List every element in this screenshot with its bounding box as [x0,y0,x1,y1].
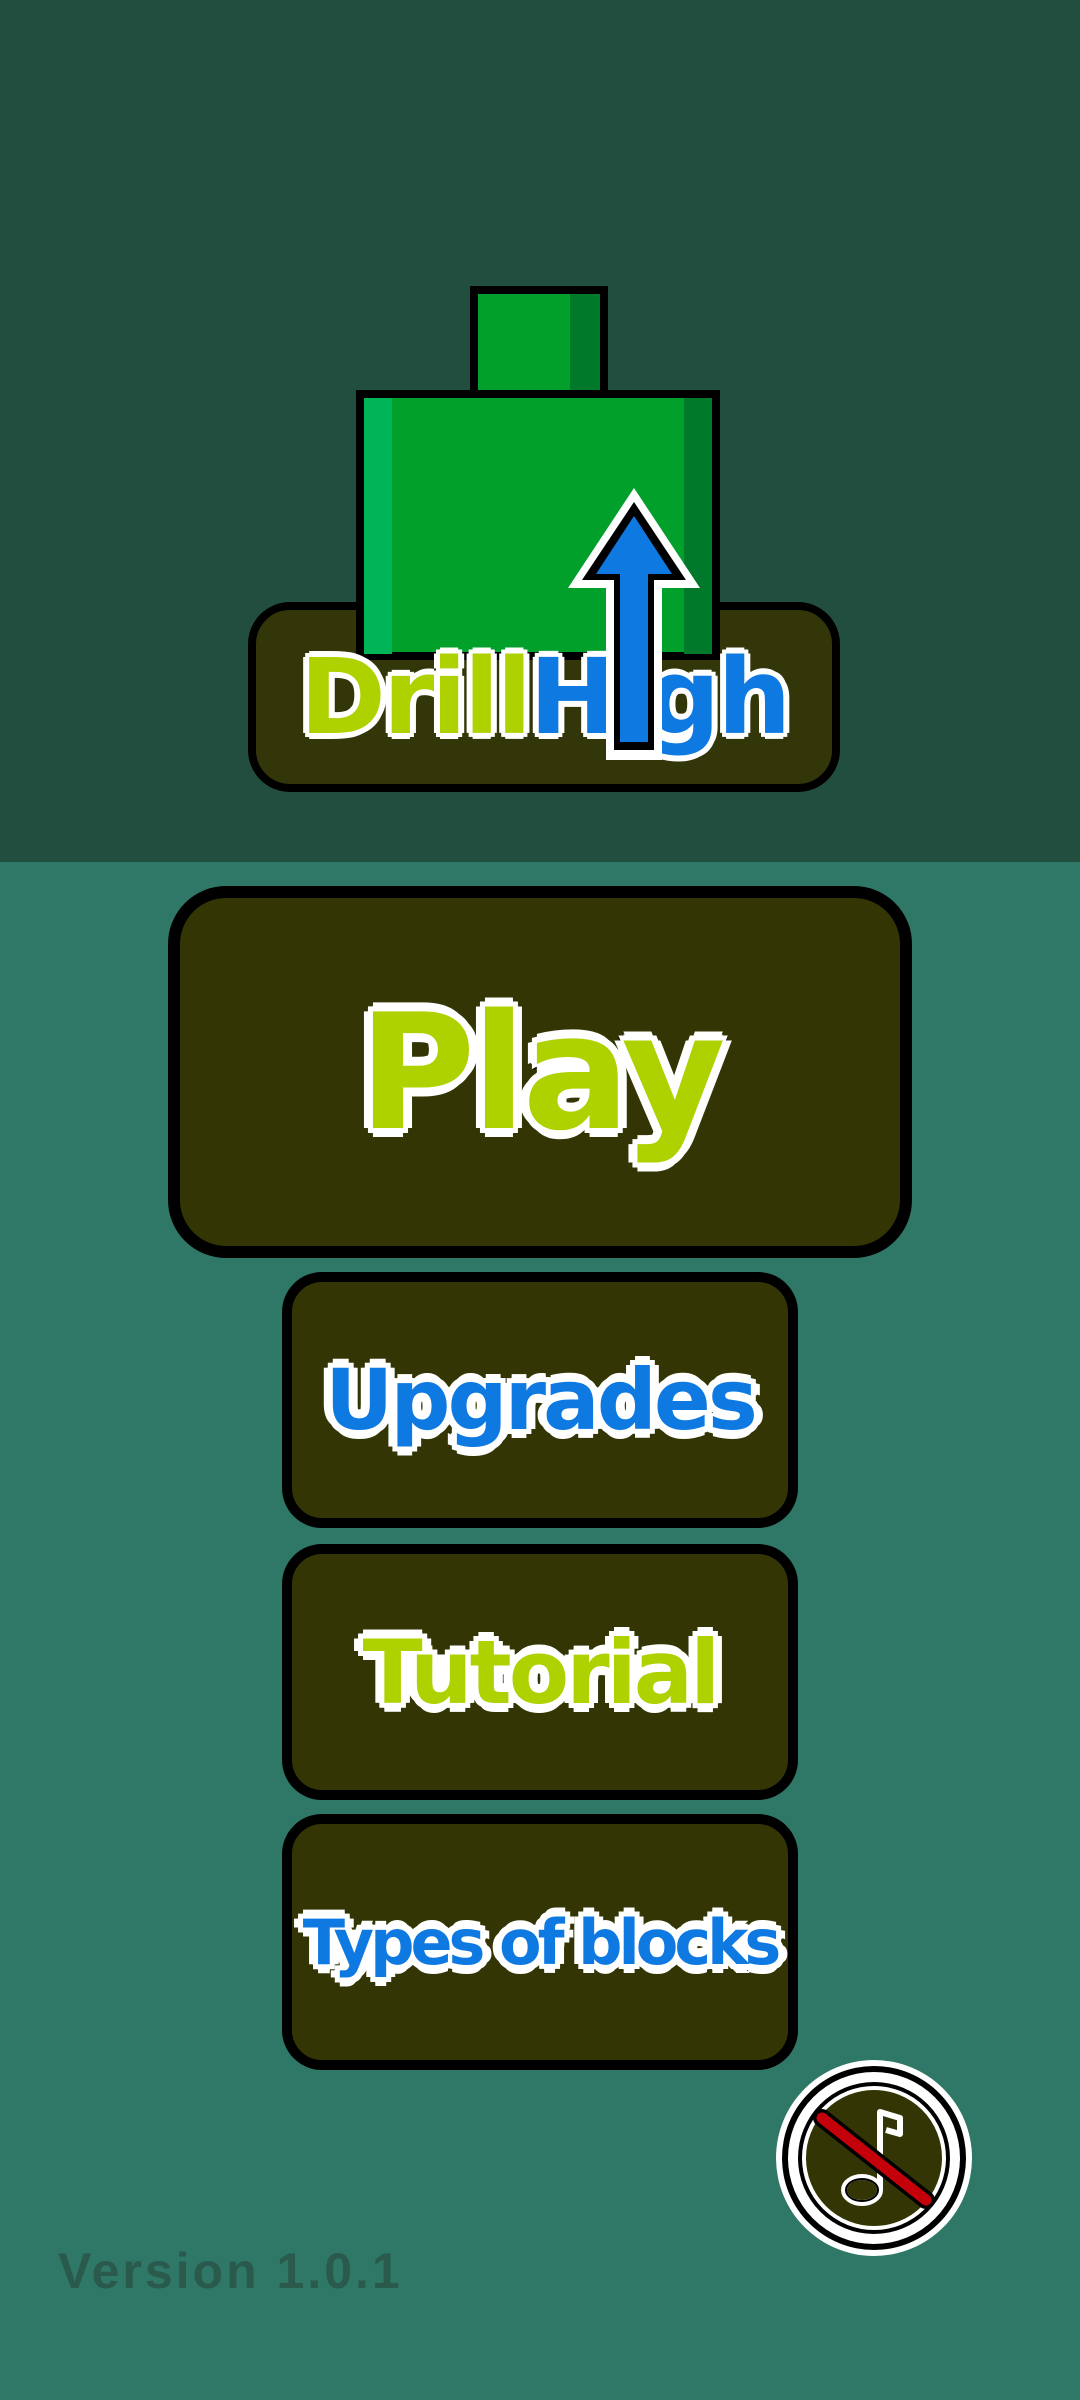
play-button-label: Play [355,975,729,1169]
music-toggle-button[interactable] [776,2060,972,2256]
types-of-blocks-button[interactable]: Types of blocks [282,1814,798,2070]
music-muted-icon [782,2066,966,2250]
tutorial-button[interactable]: Tutorial [282,1544,798,1800]
tutorial-button-label: Tutorial [359,1617,724,1727]
version-label: Version 1.0.1 [58,2243,403,2299]
upgrades-button[interactable]: Upgrades [282,1272,798,1528]
game-logo: DrillHigh [0,0,1080,862]
play-button[interactable]: Play [168,886,912,1258]
upgrades-button-label: Upgrades [322,1348,762,1453]
up-arrow-icon [568,488,700,760]
types-of-blocks-button-label: Types of blocks [299,1902,785,1982]
